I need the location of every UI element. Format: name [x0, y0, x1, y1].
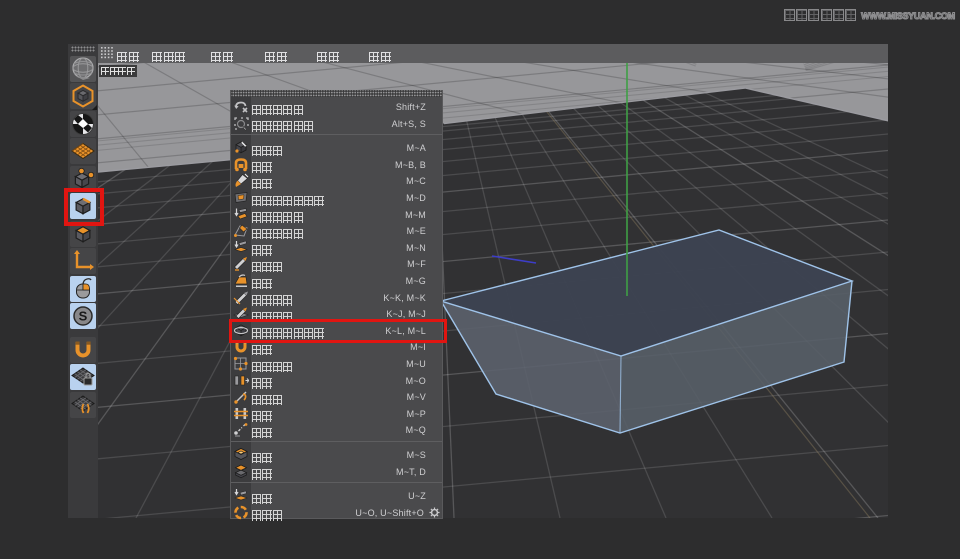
- svg-text:S: S: [79, 309, 88, 324]
